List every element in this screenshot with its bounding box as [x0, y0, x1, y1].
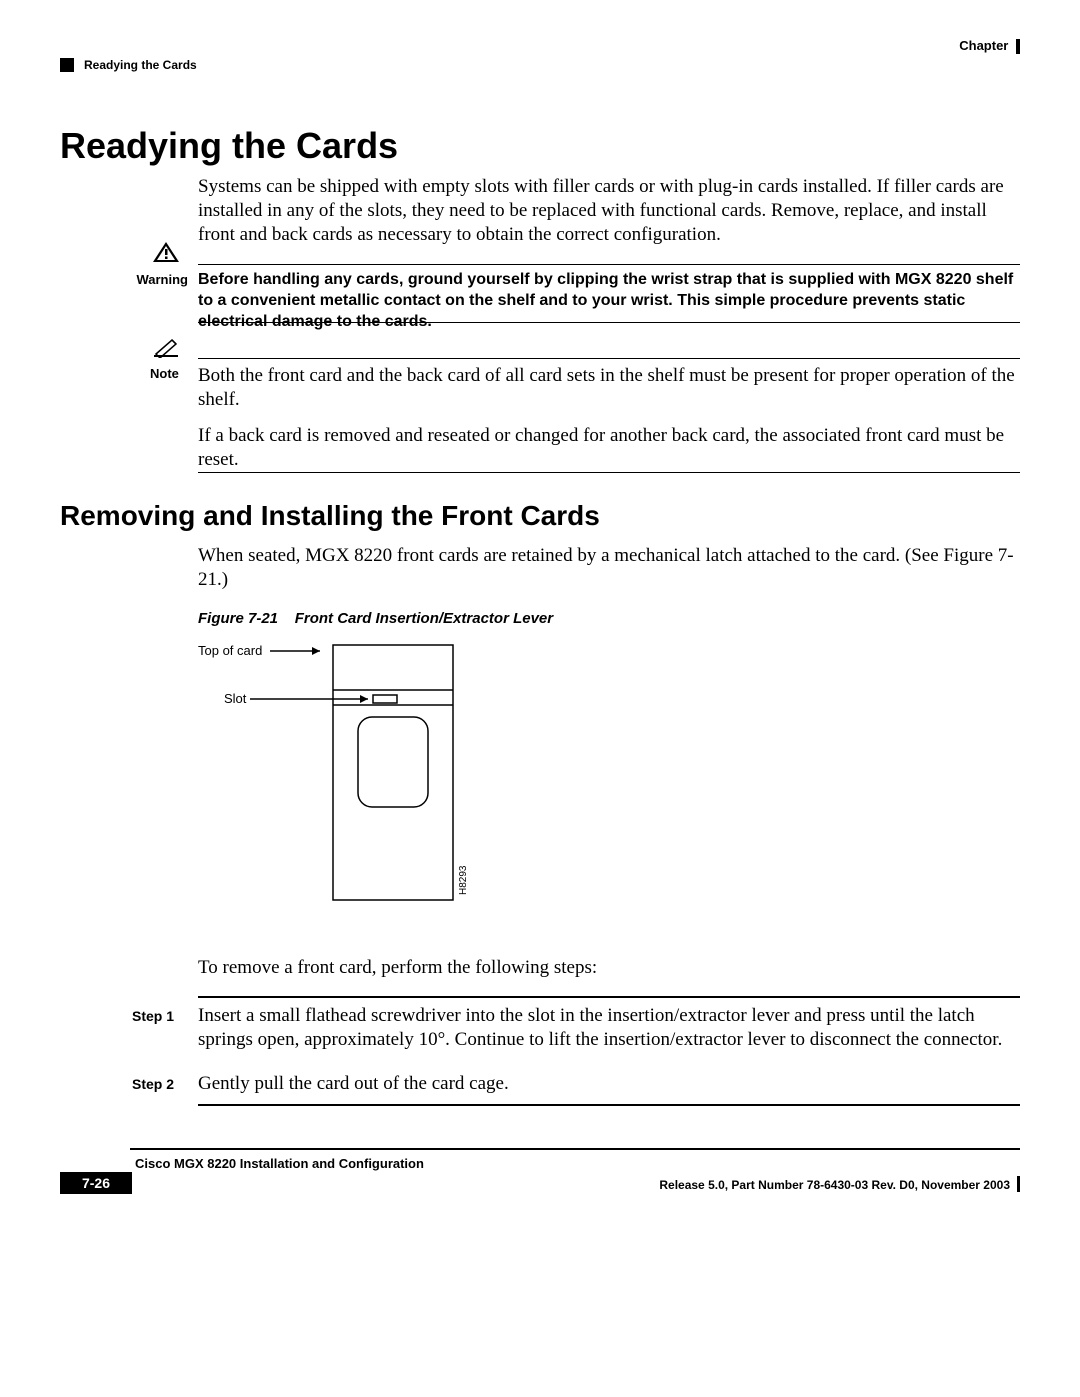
- header-section-text: Readying the Cards: [84, 58, 197, 72]
- heading-removing: Removing and Installing the Front Cards: [60, 500, 600, 532]
- heading-readying: Readying the Cards: [60, 125, 398, 167]
- footer-bar-icon: [1017, 1176, 1020, 1192]
- note-icon: [152, 336, 180, 363]
- fig-id: H8293: [458, 866, 469, 895]
- note-p1: Both the front card and the back card of…: [198, 364, 1020, 412]
- header-square-icon: [60, 58, 74, 72]
- note-label: Note: [150, 366, 179, 381]
- footer-doc-title: Cisco MGX 8220 Installation and Configur…: [135, 1156, 424, 1171]
- warning-text: Before handling any cards, ground yourse…: [198, 270, 1020, 332]
- footer-rule: [130, 1148, 1020, 1150]
- page: Chapter Readying the Cards Readying the …: [0, 0, 1080, 1397]
- note-hr-bottom: [198, 472, 1020, 473]
- chapter-label: Chapter: [959, 38, 1008, 53]
- step2-text: Gently pull the card out of the card cag…: [198, 1072, 1020, 1096]
- footer-page-number: 7-26: [82, 1175, 110, 1191]
- note-hr-top: [198, 358, 1020, 359]
- warning-icon: [152, 240, 180, 269]
- footer-page-badge: 7-26: [60, 1172, 132, 1194]
- remove-intro: To remove a front card, perform the foll…: [198, 956, 1020, 980]
- header-chapter: Chapter: [959, 38, 1020, 54]
- steps-hr-bottom: [198, 1104, 1020, 1106]
- warning-hr-top: [198, 264, 1020, 265]
- sub-paragraph: When seated, MGX 8220 front cards are re…: [198, 544, 1020, 592]
- fig-label-top: Top of card: [198, 643, 262, 658]
- figure-diagram: Top of card Slot H8293: [198, 635, 518, 905]
- fig-label-slot: Slot: [224, 691, 246, 706]
- figure-title: Front Card Insertion/Extractor Lever: [295, 610, 553, 627]
- warning-hr-bottom: [198, 322, 1020, 323]
- header-section: Readying the Cards: [60, 58, 197, 72]
- footer-release: Release 5.0, Part Number 78-6430-03 Rev.…: [659, 1178, 1010, 1192]
- figure-caption: Figure 7-21 Front Card Insertion/Extract…: [198, 610, 553, 627]
- step1-text: Insert a small flathead screwdriver into…: [198, 1004, 1020, 1052]
- step1-label: Step 1: [132, 1008, 188, 1024]
- figure-label: Figure 7-21: [198, 610, 278, 627]
- step2-label: Step 2: [132, 1076, 188, 1092]
- intro-paragraph: Systems can be shipped with empty slots …: [198, 175, 1020, 246]
- steps-hr-top: [198, 996, 1020, 998]
- note-p2: If a back card is removed and reseated o…: [198, 424, 1020, 472]
- warning-label: Warning: [132, 272, 188, 287]
- header-bar-icon: [1016, 39, 1020, 54]
